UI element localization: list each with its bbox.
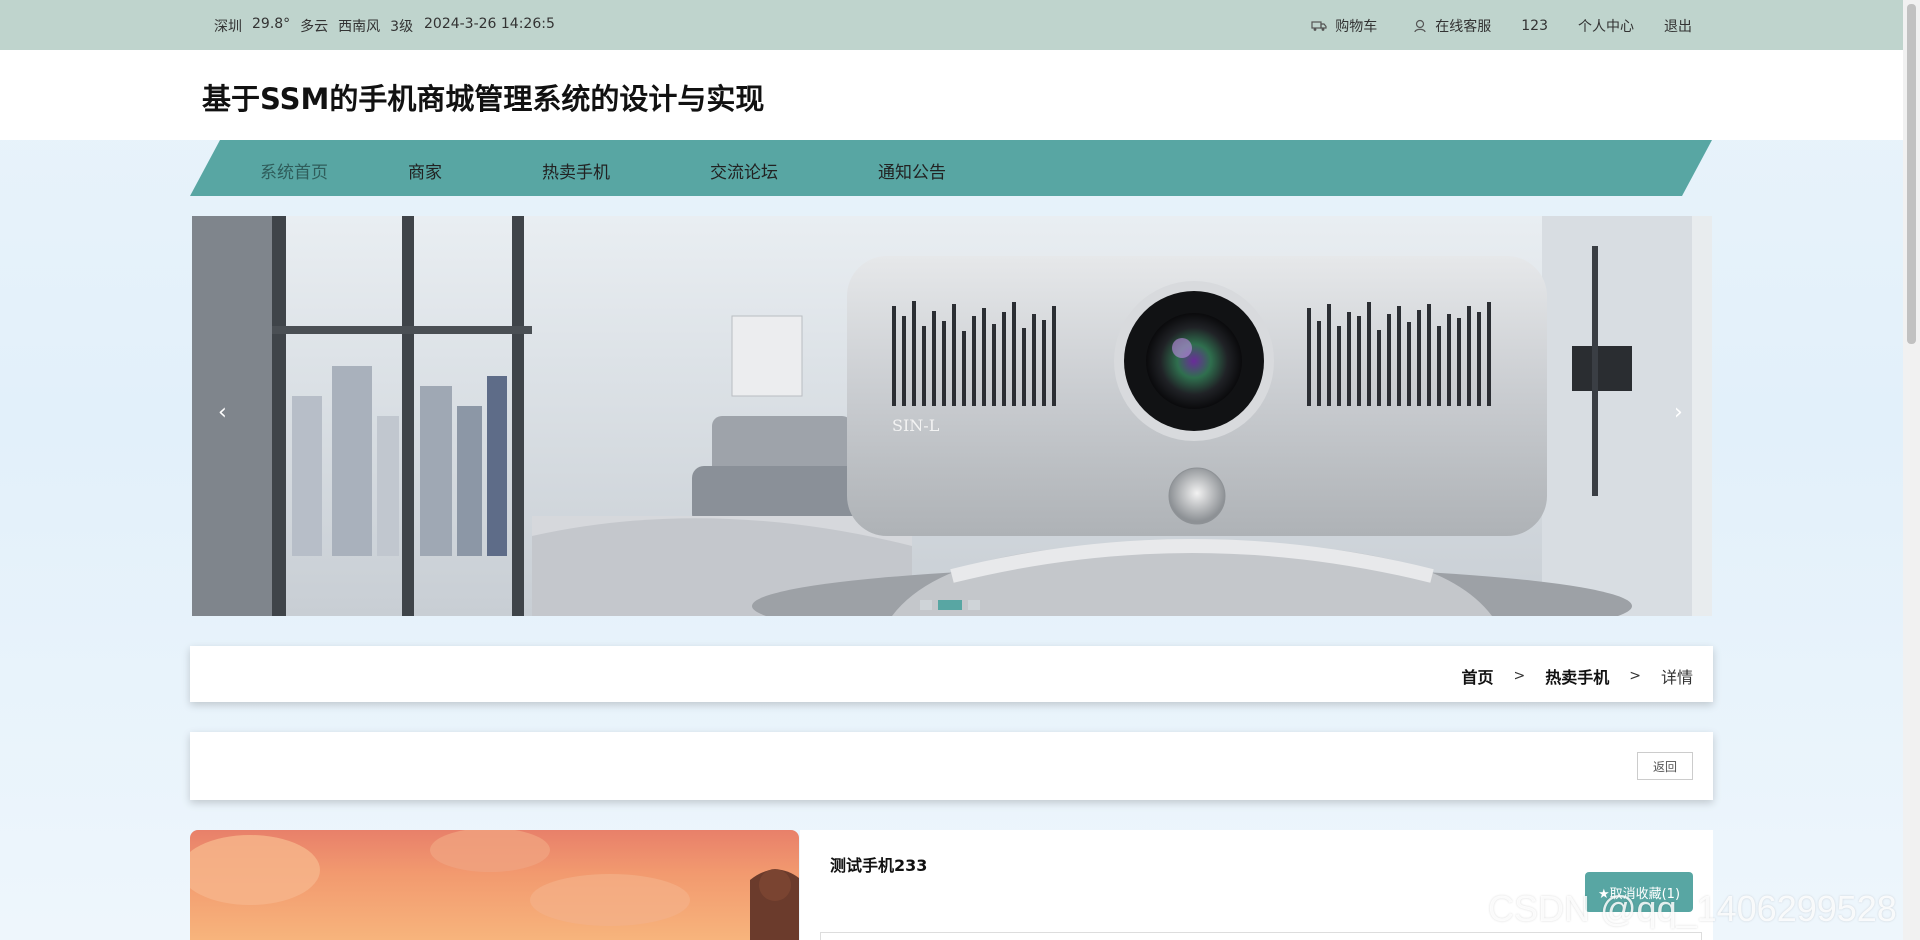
breadcrumb-current: 详情 [1660,668,1693,687]
banner-edge [1692,216,1712,616]
banner-dot-2[interactable] [938,600,962,610]
user-menu: 购物车 在线客服 123 个人中心 退出 [1275,16,1692,36]
breadcrumb-separator: > [1629,668,1641,684]
weather-wind: 西南风 [338,19,381,35]
breadcrumb-hot-phones[interactable]: 热卖手机 [1545,664,1609,688]
nav-item-merchants[interactable]: 商家 [408,158,442,183]
breadcrumb-bar: 首页 > 热卖手机 > 详情 [190,646,1713,702]
breadcrumb: 首页 > 热卖手机 > 详情 [1461,664,1693,688]
back-button[interactable]: 返回 [1637,752,1693,780]
nav-item-hot-phones[interactable]: 热卖手机 [542,158,610,183]
banner-next-arrow[interactable]: › [1674,402,1683,424]
cart-label: 购物车 [1335,19,1378,35]
username[interactable]: 123 [1521,18,1548,34]
service-icon [1414,19,1426,33]
product-detail-box [820,932,1702,940]
weather-temperature: 29.8° [252,16,291,32]
site-title: 基于SSM的手机商城管理系统的设计与实现 [202,82,765,116]
main-nav: 系统首页 商家 热卖手机 交流论坛 通知公告 [190,140,1712,196]
nav-item-forum[interactable]: 交流论坛 [710,158,778,183]
product-name: 测试手机233 [830,856,928,875]
banner-carousel: SIN-L ‹ › [192,216,1712,616]
product-image [190,830,799,940]
current-datetime: 2024-3-26 14:26:5 [424,16,555,32]
breadcrumb-home[interactable]: 首页 [1461,664,1493,688]
banner-prev-arrow[interactable]: ‹ [218,402,227,424]
banner-dot-1[interactable] [920,600,932,610]
truck-icon [1311,21,1327,31]
top-bar: 深圳 29.8° 多云 西南风 3级 2024-3-26 14:26:5 购物车… [0,0,1920,50]
weather-condition: 多云 [300,19,329,35]
banner-dot-3[interactable] [968,600,980,610]
banner-indicators [920,600,980,610]
weather-info: 深圳 29.8° 多云 西南风 3级 [214,16,413,36]
breadcrumb-separator: > [1513,668,1526,684]
scrollbar-thumb[interactable] [1907,4,1916,344]
service-label: 在线客服 [1435,19,1492,35]
online-service-link[interactable]: 在线客服 [1413,16,1491,36]
weather-city: 深圳 [214,19,242,35]
action-bar: 返回 [190,732,1713,800]
page-scrollbar[interactable] [1903,0,1920,940]
weather-wind-level: 3级 [390,19,414,35]
nav-item-home[interactable]: 系统首页 [260,158,328,183]
site-header: 基于SSM的手机商城管理系统的设计与实现 [0,50,1920,140]
cart-link[interactable]: 购物车 [1311,16,1377,36]
banner-product-mark: SIN-L [892,416,940,435]
watermark: CSDN @qq_1406299528 [1488,888,1897,929]
nav-item-notices[interactable]: 通知公告 [878,158,946,183]
product-image-art [190,830,799,940]
logout-link[interactable]: 退出 [1664,16,1692,36]
profile-link[interactable]: 个人中心 [1578,16,1634,36]
banner-image: SIN-L [192,216,1692,616]
